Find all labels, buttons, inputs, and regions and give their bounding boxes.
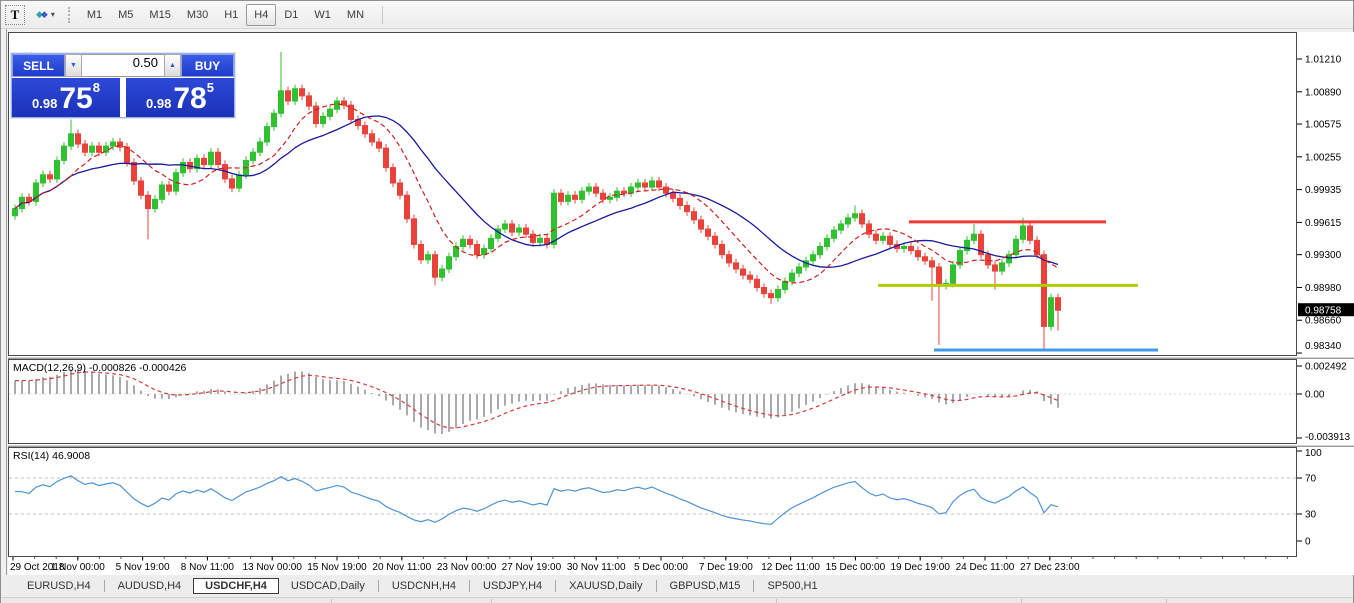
- macd-values: -0.000826 -0.000426: [89, 362, 187, 374]
- svg-text:27 Dec 23:00: 27 Dec 23:00: [1020, 562, 1080, 573]
- timeframe-button-w1[interactable]: W1: [306, 4, 339, 26]
- metatrader-window: T ◆◆▾ M1M5M15M30H1H4D1W1MN ▲ USDCHF,H4 0…: [0, 0, 1354, 603]
- tab-separator: [469, 580, 470, 592]
- svg-text:0.98340: 0.98340: [1305, 341, 1342, 352]
- strip-separator: [331, 599, 332, 603]
- timeframe-button-m5[interactable]: M5: [110, 4, 141, 26]
- sell-price-quote[interactable]: 0.98 75 8: [12, 78, 120, 117]
- sell-price-big: 75: [59, 85, 92, 114]
- timeframe-button-m1[interactable]: M1: [79, 4, 110, 26]
- toolbar-separator: [382, 6, 383, 24]
- volume-decrease-button[interactable]: ▼: [65, 54, 82, 77]
- timeframe-button-m15[interactable]: M15: [141, 4, 178, 26]
- svg-text:0.98758: 0.98758: [1305, 306, 1342, 317]
- chart-tab-bar: EURUSD,H4AUDUSD,H4USDCHF,H4USDCAD,DailyU…: [1, 575, 1353, 597]
- svg-text:13 Nov 00:00: 13 Nov 00:00: [242, 562, 302, 573]
- tab-gbpusd-m15[interactable]: GBPUSD,M15: [658, 578, 753, 594]
- svg-text:70: 70: [1305, 474, 1317, 485]
- timeframe-button-d1[interactable]: D1: [276, 4, 306, 26]
- tab-separator: [753, 580, 754, 592]
- strip-separator: [491, 599, 492, 603]
- window-left-edge: [6, 29, 7, 603]
- strip-separator: [776, 599, 777, 603]
- svg-text:7 Dec 19:00: 7 Dec 19:00: [699, 562, 753, 573]
- svg-text:19 Dec 19:00: 19 Dec 19:00: [890, 562, 950, 573]
- buy-price-prefix: 0.98: [146, 95, 171, 113]
- svg-text:0.98980: 0.98980: [1305, 283, 1342, 294]
- svg-text:23 Nov 00:00: 23 Nov 00:00: [437, 562, 497, 573]
- tab-usdchf-h4[interactable]: USDCHF,H4: [193, 578, 279, 594]
- timeframe-button-h4[interactable]: H4: [246, 4, 276, 26]
- svg-text:5 Nov 19:00: 5 Nov 19:00: [116, 562, 170, 573]
- svg-text:20 Nov 11:00: 20 Nov 11:00: [372, 562, 431, 573]
- svg-text:0.99615: 0.99615: [1305, 218, 1342, 229]
- volume-increase-button[interactable]: ▲: [164, 54, 181, 77]
- tab-usdcnh-h4[interactable]: USDCNH,H4: [380, 578, 468, 594]
- svg-text:27 Nov 19:00: 27 Nov 19:00: [502, 562, 562, 573]
- svg-text:1 Nov 00:00: 1 Nov 00:00: [51, 562, 105, 573]
- timeframe-button-h1[interactable]: H1: [216, 4, 246, 26]
- svg-text:0: 0: [1305, 537, 1311, 548]
- timeframe-button-mn[interactable]: MN: [339, 4, 372, 26]
- svg-text:5 Dec 00:00: 5 Dec 00:00: [634, 562, 688, 573]
- diamond-icon: ◆: [41, 10, 48, 19]
- timeframe-toolbar: M1M5M15M30H1H4D1W1MN: [79, 1, 372, 29]
- tab-usdcad-daily[interactable]: USDCAD,Daily: [279, 578, 377, 594]
- svg-text:8 Nov 11:00: 8 Nov 11:00: [181, 562, 235, 573]
- sell-price-prefix: 0.98: [32, 95, 57, 113]
- toolbar-grip[interactable]: [68, 7, 71, 23]
- tab-separator: [378, 580, 379, 592]
- tab-separator: [656, 580, 657, 592]
- tab-separator: [555, 580, 556, 592]
- tab-xauusd-daily[interactable]: XAUUSD,Daily: [557, 578, 654, 594]
- svg-text:0.98660: 0.98660: [1305, 316, 1342, 327]
- buy-price-big: 78: [173, 85, 206, 114]
- sell-button[interactable]: SELL: [12, 54, 65, 77]
- rsi-value: 46.9008: [52, 450, 90, 462]
- svg-text:12 Dec 11:00: 12 Dec 11:00: [761, 562, 820, 573]
- tab-eurusd-h4[interactable]: EURUSD,H4: [15, 578, 103, 594]
- svg-text:0.002492: 0.002492: [1305, 361, 1347, 372]
- svg-text:1.00890: 1.00890: [1305, 87, 1342, 98]
- rsi-pane[interactable]: 100 70 30 0: [8, 447, 1354, 557]
- svg-text:15 Nov 19:00: 15 Nov 19:00: [307, 562, 367, 573]
- macd-indicator-label: MACD(12,26,9) -0.000826 -0.000426: [13, 362, 186, 374]
- strip-separator: [1021, 599, 1022, 603]
- top-toolbar: T ◆◆▾ M1M5M15M30H1H4D1W1MN: [1, 1, 1353, 29]
- svg-text:100: 100: [1305, 448, 1322, 459]
- svg-text:24 Dec 11:00: 24 Dec 11:00: [956, 562, 1015, 573]
- svg-text:1.01210: 1.01210: [1305, 55, 1342, 66]
- buy-price-pip: 5: [207, 80, 214, 95]
- svg-text:30: 30: [1305, 510, 1317, 521]
- svg-text:15 Dec 00:00: 15 Dec 00:00: [826, 562, 886, 573]
- svg-text:0.99935: 0.99935: [1305, 185, 1342, 196]
- chevron-down-icon: ▾: [51, 10, 55, 19]
- time-axis: 29 Oct 20181 Nov 00:005 Nov 19:008 Nov 1…: [8, 557, 1354, 575]
- svg-text:0.99300: 0.99300: [1305, 250, 1342, 261]
- objects-style-button[interactable]: ◆◆▾: [33, 5, 58, 25]
- strip-separator: [1166, 599, 1167, 603]
- tab-separator: [104, 580, 105, 592]
- svg-text:1.00575: 1.00575: [1305, 120, 1342, 131]
- tab-usdjpy-h4[interactable]: USDJPY,H4: [471, 578, 554, 594]
- one-click-trading-panel: SELL ▼ 0.50 ▲ BUY 0.98 75 8 0.98 78 5: [11, 53, 235, 118]
- tab-sp500-h1[interactable]: SP500,H1: [755, 578, 829, 594]
- svg-text:30 Nov 11:00: 30 Nov 11:00: [567, 562, 626, 573]
- text-label-tool-button[interactable]: T: [5, 5, 25, 25]
- volume-input[interactable]: 0.50: [82, 54, 164, 77]
- buy-button[interactable]: BUY: [181, 54, 234, 77]
- tab-audusd-h4[interactable]: AUDUSD,H4: [106, 578, 194, 594]
- bottom-strip: [1, 597, 1353, 603]
- buy-price-quote[interactable]: 0.98 78 5: [126, 78, 234, 117]
- svg-text:0.00: 0.00: [1305, 390, 1325, 401]
- sell-price-pip: 8: [93, 80, 100, 95]
- rsi-indicator-label: RSI(14) 46.9008: [13, 450, 90, 462]
- svg-text:-0.003913: -0.003913: [1305, 432, 1350, 443]
- svg-text:1.00255: 1.00255: [1305, 152, 1342, 163]
- macd-pane[interactable]: 0.002492 0.00 -0.003913: [8, 359, 1354, 444]
- timeframe-button-m30[interactable]: M30: [179, 4, 216, 26]
- time-axis-labels: 29 Oct 20181 Nov 00:005 Nov 19:008 Nov 1…: [10, 557, 1287, 573]
